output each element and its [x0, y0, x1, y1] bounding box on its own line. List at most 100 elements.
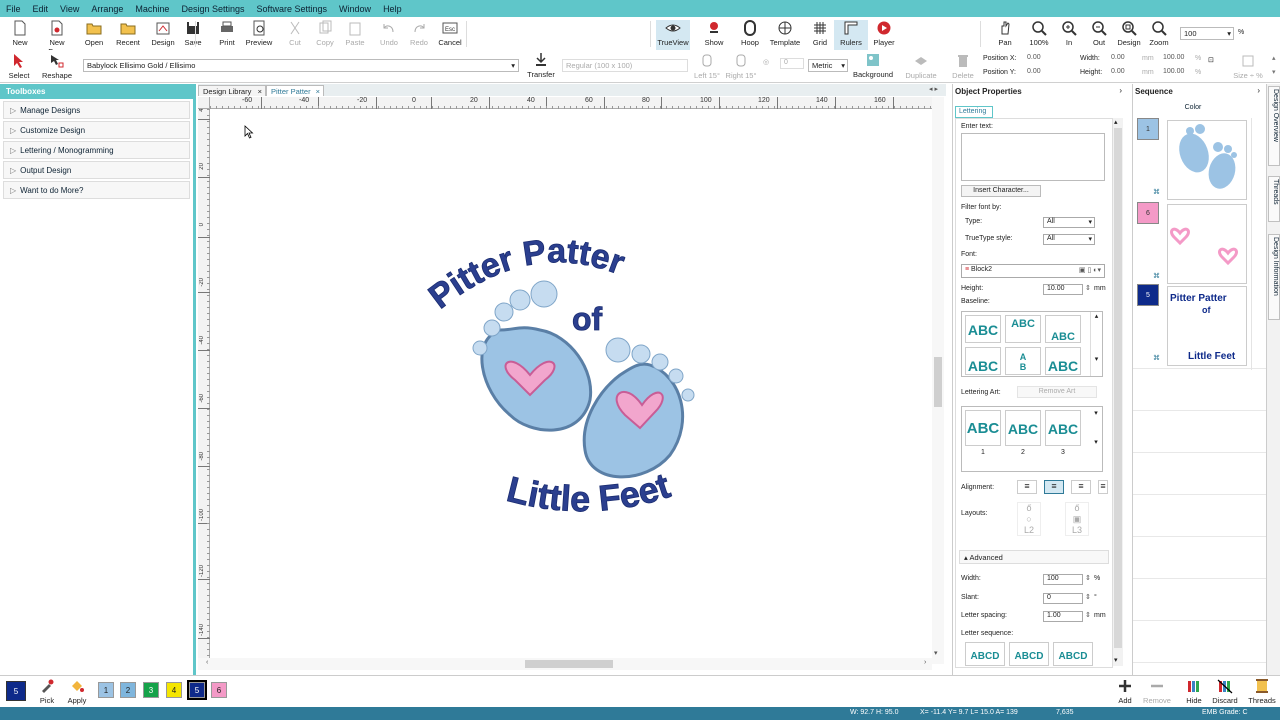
- save-button[interactable]: Save: [176, 20, 210, 50]
- horizontal-scroll-thumb[interactable]: [525, 660, 613, 668]
- redo-button[interactable]: Redo: [402, 20, 436, 50]
- close-icon[interactable]: ×: [316, 87, 320, 96]
- show-button[interactable]: Show: [697, 20, 731, 50]
- size-percent-button[interactable]: Size ÷ %: [1228, 53, 1268, 83]
- add-button[interactable]: Add: [1108, 678, 1142, 708]
- lock-proportions-icon[interactable]: ⊡: [1208, 56, 1214, 64]
- right-15-button[interactable]: Right 15°: [724, 53, 758, 83]
- align-justify-icon[interactable]: ≡: [1098, 480, 1108, 494]
- slant-input[interactable]: 0: [1043, 593, 1083, 604]
- stepper-icon[interactable]: ⇕: [1085, 574, 1091, 582]
- zoom-tool-3[interactable]: Out: [1082, 20, 1116, 50]
- font-options-icon[interactable]: ▣ ▯ ◐▾: [1079, 266, 1101, 274]
- sequence-right-to-left[interactable]: ABCD: [1053, 642, 1093, 666]
- color-chip[interactable]: 6: [211, 682, 227, 698]
- style-combo[interactable]: Regular (100 x 100): [562, 59, 688, 72]
- rulers-button[interactable]: Rulers: [834, 20, 868, 50]
- grid-button[interactable]: Grid: [803, 20, 837, 50]
- lettering-art-1[interactable]: ABC: [965, 410, 1001, 446]
- vertical-scrollbar[interactable]: ▾: [932, 97, 944, 664]
- horizontal-scrollbar[interactable]: ‹ ›: [198, 658, 932, 670]
- color-chip[interactable]: 3: [143, 682, 159, 698]
- font-select[interactable]: ≡ Block2 ▣ ▯ ◐▾: [961, 264, 1105, 278]
- font-combo[interactable]: Babylock Ellisimo Gold / Ellisimo ▾: [83, 59, 519, 72]
- align-center-icon[interactable]: ≡: [1044, 480, 1064, 494]
- panel-collapse-icon[interactable]: ›: [1257, 86, 1260, 95]
- props-scroll-thumb[interactable]: [1114, 128, 1122, 648]
- delete-button[interactable]: Delete: [946, 53, 980, 83]
- menu-help[interactable]: Help: [383, 4, 402, 14]
- pick-button[interactable]: Pick: [30, 678, 64, 708]
- sequence-color-swatch[interactable]: 5: [1137, 284, 1159, 306]
- apply-button[interactable]: Apply: [60, 678, 94, 708]
- recent-button[interactable]: Recent: [111, 20, 145, 50]
- baseline-circle[interactable]: ABC: [1005, 315, 1041, 343]
- height-input[interactable]: 10.00: [1043, 284, 1083, 295]
- duplicate-button[interactable]: Duplicate: [902, 53, 940, 83]
- baseline-option[interactable]: ABC: [1045, 347, 1081, 375]
- align-right-icon[interactable]: ≡: [1071, 480, 1091, 494]
- sequence-color-swatch[interactable]: 6: [1137, 202, 1159, 224]
- layout-option-1[interactable]: ő ○ L2: [1017, 502, 1041, 536]
- angle-input[interactable]: 0: [780, 58, 804, 69]
- sequence-thumbnail[interactable]: [1167, 120, 1247, 200]
- type-select[interactable]: All ▾: [1043, 217, 1095, 228]
- embroidery-design[interactable]: Pitter Patter of Little Feet: [420, 230, 730, 540]
- sequence-left-to-right[interactable]: ABCD: [965, 642, 1005, 666]
- preview-button[interactable]: Preview: [242, 20, 276, 50]
- trueview-button[interactable]: TrueView: [656, 20, 690, 50]
- menu-window[interactable]: Window: [339, 4, 371, 14]
- units-combo[interactable]: Metric ▾: [808, 59, 848, 72]
- baseline-straight[interactable]: ABC: [965, 315, 1001, 343]
- tab-scroll-icon[interactable]: ◂ ▸: [929, 85, 938, 93]
- height-input[interactable]: 0.00: [1108, 68, 1142, 79]
- zoom-tool-5[interactable]: Zoom: [1142, 20, 1176, 50]
- left-15-button[interactable]: Left 15°: [690, 53, 724, 83]
- posy-input[interactable]: 0.00: [1024, 68, 1072, 79]
- lettering-art-3[interactable]: ABC: [1045, 410, 1081, 446]
- panel-collapse-icon[interactable]: ›: [1119, 86, 1122, 95]
- stepper-icon[interactable]: ⇕: [1085, 611, 1091, 619]
- hoop-button[interactable]: Hoop: [733, 20, 767, 50]
- paste-button[interactable]: Paste: [338, 20, 372, 50]
- letter-spacing-input[interactable]: 1.00: [1043, 611, 1083, 622]
- width-pct-input[interactable]: 100.00: [1160, 54, 1194, 65]
- tab-pitter-patter[interactable]: Pitter Patter ×: [266, 85, 324, 96]
- toolbar-scroll-icon[interactable]: ▴: [1272, 54, 1276, 62]
- remove-button[interactable]: Remove: [1140, 678, 1174, 708]
- new-button[interactable]: New: [3, 20, 37, 50]
- toolbox-want-to-do-more-[interactable]: ▷ Want to do More?: [3, 181, 190, 199]
- tab-design-information[interactable]: Design Information: [1268, 234, 1280, 320]
- baseline-vertical[interactable]: AB: [1005, 347, 1041, 375]
- enter-text-field[interactable]: [961, 133, 1105, 181]
- baseline-circle-bottom[interactable]: ABC: [1045, 315, 1081, 343]
- open-button[interactable]: Open: [77, 20, 111, 50]
- zoom-tool-2[interactable]: In: [1052, 20, 1086, 50]
- adv-width-input[interactable]: 100: [1043, 574, 1083, 585]
- toolbox-output-design[interactable]: ▷ Output Design: [3, 161, 190, 179]
- hide-button[interactable]: Hide: [1177, 678, 1211, 708]
- tab-lettering[interactable]: Lettering: [955, 106, 993, 118]
- scroll-left-icon[interactable]: ‹: [206, 659, 208, 666]
- zoom-combo[interactable]: 100 ▾: [1180, 27, 1234, 40]
- advanced-section-toggle[interactable]: ▴ Advanced: [959, 550, 1109, 564]
- menu-edit[interactable]: Edit: [33, 4, 49, 14]
- sequence-thumbnail[interactable]: [1167, 204, 1247, 284]
- zoom-tool-4[interactable]: Design: [1112, 20, 1146, 50]
- select-tool-button[interactable]: Select: [2, 53, 36, 83]
- truetype-select[interactable]: All ▾: [1043, 234, 1095, 245]
- print-button[interactable]: Print: [210, 20, 244, 50]
- scroll-right-icon[interactable]: ›: [924, 659, 926, 666]
- undo-button[interactable]: Undo: [372, 20, 406, 50]
- menu-software-settings[interactable]: Software Settings: [257, 4, 328, 14]
- align-left-icon[interactable]: ≡: [1017, 480, 1037, 494]
- zoom-tool-0[interactable]: Pan: [988, 20, 1022, 50]
- posx-input[interactable]: 0.00: [1024, 54, 1072, 65]
- art-scroll[interactable]: ▾ ▾: [1090, 409, 1102, 469]
- design-button[interactable]: Design: [146, 20, 180, 50]
- transfer-button[interactable]: Transfer: [524, 52, 558, 82]
- reshape-tool-button[interactable]: Reshape: [40, 53, 74, 83]
- scroll-down-icon[interactable]: ▾: [1114, 656, 1118, 664]
- player-button[interactable]: Player: [867, 20, 901, 50]
- color-chip[interactable]: 5: [187, 680, 207, 700]
